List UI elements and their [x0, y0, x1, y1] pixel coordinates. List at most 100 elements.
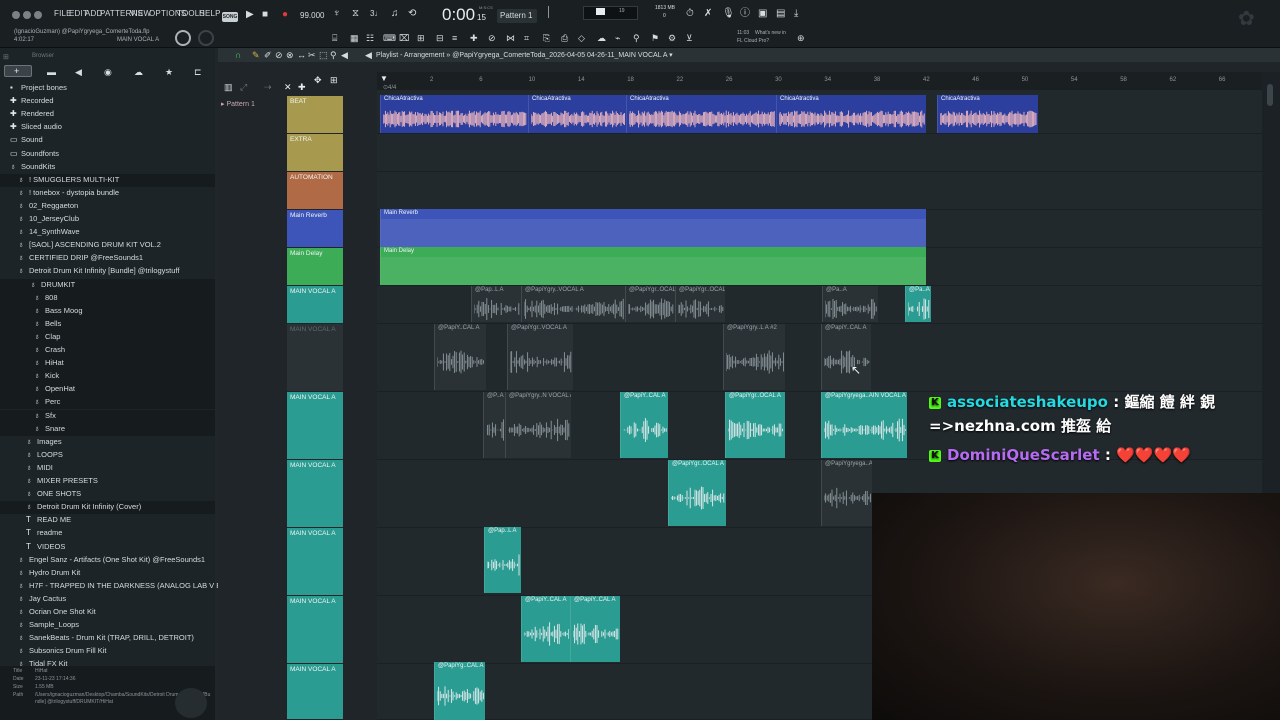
audio-clip[interactable]: ChicaAtractiva [937, 95, 1038, 133]
track-header[interactable]: Main Delay [287, 248, 343, 285]
browser-item[interactable]: T READ ME [26, 514, 71, 527]
browser-item[interactable]: ♁ HiHat [34, 357, 64, 370]
audio-clip[interactable]: @PapiY..CAL A [620, 392, 668, 458]
slice-tool-icon[interactable]: ✂ [308, 50, 316, 60]
track-header[interactable]: MAIN VOCAL A [287, 324, 343, 391]
browser-item[interactable]: ♁ Crash [34, 344, 65, 357]
browser-icon[interactable]: ≡ [452, 33, 457, 43]
browser-item[interactable]: ▭ Sound [10, 134, 43, 147]
browser-item[interactable]: ✚ Recorded [10, 95, 54, 108]
audio-clip[interactable]: @PapiYgryega..AIN VOCAL A [821, 460, 872, 526]
browser-item[interactable]: ♁ Detroit Drum Kit Infinity [Bundle] @tri… [18, 265, 179, 278]
browser-item[interactable]: ♁ Engel Sanz - Artifacts (One Shot Kit) @… [18, 554, 205, 567]
cart-icon[interactable]: ⊻ [686, 33, 693, 43]
browser-item[interactable]: ♁ 14_SynthWave [18, 226, 80, 239]
browser-item[interactable]: ✚ Rendered [10, 108, 54, 121]
audio-clip[interactable]: ChicaAtractiva [380, 95, 528, 133]
track-header[interactable]: MAIN VOCAL A [287, 460, 343, 527]
audio-clip[interactable]: @PapiYgr..OCAL A [675, 286, 725, 322]
save-icon[interactable]: ▣ [758, 9, 767, 19]
browser-item[interactable]: ♁ Subsonics Drum Fill Kit [18, 645, 107, 658]
browser-item[interactable]: ♁ Bass Moog [34, 305, 83, 318]
pattern-add-icon[interactable]: ✚ [298, 82, 306, 92]
dj-icon[interactable]: ⊘ [488, 33, 496, 43]
tag-icon[interactable]: ⚑ [651, 33, 659, 43]
browser-item[interactable]: ♁ Kick [34, 370, 59, 383]
stereo-icon[interactable]: ⋈ [506, 33, 515, 43]
delete-tool-icon[interactable]: ⊘ [275, 50, 283, 60]
news-line-1[interactable]: What's new in [755, 30, 786, 36]
tempo-display[interactable]: 99.000 [300, 11, 324, 20]
browser-all-tab[interactable]: + [4, 65, 32, 77]
browser-item[interactable]: ♁ Images [26, 436, 62, 449]
audio-clip[interactable]: @PapiYgr..OCAL A [668, 460, 726, 526]
song-time[interactable]: 0:00 [442, 5, 475, 25]
record-icon[interactable]: ● [282, 10, 288, 20]
window-close-dot[interactable] [12, 11, 20, 19]
browser-item[interactable]: ✚ Sliced audio [10, 121, 62, 134]
main-volume-knob[interactable] [175, 30, 191, 46]
info-icon[interactable]: ⓘ [740, 9, 750, 19]
audio-clip[interactable]: @Pa..A [822, 286, 878, 322]
pattern-tools-icon[interactable]: ⊞ [330, 75, 338, 85]
browser-item[interactable]: ♁ Jay Cactus [18, 593, 66, 606]
browser-item[interactable]: ♁ SanekBeats - Drum Kit (TRAP, DRILL, DET… [18, 632, 194, 645]
playlist-scroll-thumb[interactable] [1267, 84, 1273, 106]
browser-item[interactable]: ♁ Hydro Drum Kit [18, 567, 80, 580]
browser-item[interactable]: ♁ Perc [34, 396, 60, 409]
preview-play-button[interactable] [175, 688, 207, 718]
paint-icon[interactable]: ✐ [264, 50, 272, 60]
gear-icon[interactable]: ⚙ [668, 33, 676, 43]
pattern-list-item[interactable]: ▸ Pattern 1 [221, 100, 255, 108]
track-header[interactable]: MAIN VOCAL A [287, 286, 343, 323]
tools-icon[interactable]: ✗ [704, 9, 712, 19]
timeline-ruler[interactable]: ▼ ⊙4/4 261014182226303438424650545862667… [377, 72, 1275, 91]
slip-tool-icon[interactable]: ↔ [297, 50, 306, 60]
mic2-icon[interactable]: ⚲ [633, 33, 640, 43]
mixer-icon[interactable]: ☷ [366, 33, 374, 43]
browser-item[interactable]: ♁ Detroit Drum Kit Infinity (Cover) [26, 501, 141, 514]
browser-item[interactable]: ♁ H7F - TRAPPED IN THE DARKNESS (ANALOG L… [18, 580, 239, 593]
export-icon[interactable]: ▤ [776, 9, 785, 19]
browser-item[interactable]: ▪ Project bones [10, 82, 67, 95]
audio-clip[interactable]: ChicaAtractiva [776, 95, 926, 133]
audio-clip[interactable]: @Pap..L A [484, 527, 521, 593]
browser-item[interactable]: ♁ DRUMKIT [30, 279, 75, 292]
browser-item[interactable]: ♁ SoundKits [10, 161, 55, 174]
wait-input-icon[interactable]: ⧖ [352, 9, 359, 19]
zoom-tool-icon[interactable]: ⚲ [330, 50, 337, 60]
browser-item[interactable]: ♁ 808 [34, 292, 58, 305]
browser-item[interactable]: T VIDEOS [26, 541, 65, 554]
touch-keyboard-icon[interactable]: ⌗ [524, 33, 529, 43]
audio-clip[interactable]: @PapiYgry..L A #2 [723, 324, 785, 390]
audio-clip[interactable]: @PapiY..CAL A [521, 596, 570, 662]
audio-clip[interactable]: @PapiYgr..VOCAL A [507, 324, 573, 390]
master-pitch-slider[interactable] [548, 6, 549, 18]
audio-clip[interactable]: @PapiY..CAL A [821, 324, 871, 390]
browser-plugin-tab-icon[interactable]: ◉ [104, 67, 112, 77]
plugin-picker-icon[interactable]: ✚ [470, 33, 478, 43]
browser-cloud-tab-icon[interactable]: ☁ [134, 67, 143, 77]
pattern-close-icon[interactable]: ✕ [284, 82, 292, 92]
mute-tool-icon[interactable]: ⊗ [286, 50, 294, 60]
browser-item[interactable]: ♁ Clap [34, 331, 60, 344]
browser-item[interactable]: ♁ LOOPS [26, 449, 63, 462]
pattern-link-icon[interactable]: ⤢ [240, 82, 247, 92]
magnet-icon[interactable]: ∩ [235, 50, 241, 60]
browser-tag-tab-icon[interactable]: ⊏ [194, 67, 202, 77]
browser-item[interactable]: ♁ Snare [34, 423, 65, 436]
browser-item[interactable]: ♁ Sample_Loops [18, 619, 79, 632]
browser-item[interactable]: ♁ 10_JerseyClub [18, 213, 79, 226]
window-zoom-dot[interactable] [34, 11, 42, 19]
browser-item[interactable]: ♁ Bells [34, 318, 61, 331]
play-icon[interactable]: ▶ [246, 10, 254, 20]
track-header[interactable]: MAIN VOCAL A [287, 528, 343, 595]
track-header[interactable]: EXTRA [287, 134, 343, 171]
song-mode-toggle[interactable]: SONG [222, 12, 238, 22]
pattern-arrow-icon[interactable]: ⇢ [264, 82, 272, 92]
playlist-menu-icon[interactable]: ◀ [365, 50, 372, 60]
browser-item[interactable]: ♁ Sfx [34, 410, 56, 423]
audio-clip[interactable]: @PapiY..CAL A [434, 324, 486, 390]
channel-rack-icon[interactable]: ⊞ [417, 33, 425, 43]
browser-item[interactable]: ♁ OpenHat [34, 383, 75, 396]
